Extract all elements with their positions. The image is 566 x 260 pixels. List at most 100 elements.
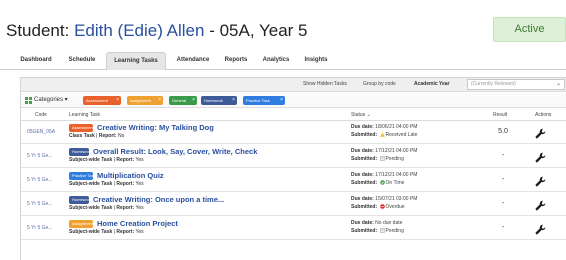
chip-label: Practice Task bbox=[246, 98, 270, 103]
task-title-link[interactable]: Overall Result: Look, Say, Cover, Write,… bbox=[93, 147, 257, 157]
tab-insights[interactable]: Insights bbox=[301, 52, 331, 70]
status-badge: Active bbox=[493, 17, 566, 42]
task-title-link[interactable]: Creative Writing: Once upon a time... bbox=[93, 195, 224, 205]
table-header: Code Learning Task Status ⌄ Result Actio… bbox=[21, 109, 566, 121]
close-icon[interactable]: × bbox=[280, 96, 283, 105]
chip-homework[interactable]: Homework × bbox=[201, 96, 237, 105]
task-meta: Class Task | Report: No bbox=[69, 133, 125, 139]
chip-assessment[interactable]: Assessment × bbox=[83, 96, 121, 105]
submission-status: Submitted: Received Late bbox=[351, 132, 417, 139]
task-meta: Subject-wide Task | Report: Yes bbox=[69, 157, 144, 163]
due-date: Due date: 17/12/21 04:00 PM bbox=[351, 172, 417, 179]
result-value: 5.0 bbox=[498, 128, 508, 135]
academic-year-select[interactable]: (Currently Relevant) ⌄ bbox=[467, 79, 565, 90]
academic-year-label: Academic Year bbox=[414, 81, 450, 87]
group-by-code-toggle[interactable]: Group by code bbox=[363, 80, 396, 89]
close-icon[interactable]: × bbox=[192, 96, 195, 105]
wrench-icon[interactable] bbox=[535, 126, 546, 139]
submitted-label: Submitted: bbox=[351, 156, 378, 162]
task-code[interactable]: 05GEN_05A bbox=[27, 129, 55, 135]
submitted-value: Pending bbox=[385, 156, 404, 162]
task-type: Subject-wide Task bbox=[69, 205, 113, 211]
tab-reports[interactable]: Reports bbox=[221, 52, 251, 70]
due-value: 17/12/21 04:00 PM bbox=[375, 148, 418, 154]
submission-status: Submitted: Pending bbox=[351, 228, 404, 235]
wrench-icon[interactable] bbox=[535, 174, 546, 187]
column-header-result[interactable]: Result bbox=[493, 111, 507, 119]
chip-label: General bbox=[172, 98, 187, 103]
close-icon[interactable]: × bbox=[116, 96, 119, 105]
due-value: No due date bbox=[375, 220, 403, 226]
tab-attendance[interactable]: Attendance bbox=[172, 52, 214, 70]
category-filter-bar: Categories ▾ Assessment × Assignment × Gen… bbox=[21, 93, 566, 108]
task-code[interactable]: 5 Yr 5 Ge... bbox=[27, 153, 52, 159]
task-type: Subject-wide Task bbox=[69, 181, 113, 187]
report-label: Report: bbox=[98, 133, 117, 139]
result-value: - bbox=[501, 200, 505, 207]
column-header-code[interactable]: Code bbox=[35, 111, 47, 119]
grid-icon bbox=[25, 97, 32, 104]
column-header-actions: Actions bbox=[535, 112, 552, 118]
wrench-icon[interactable] bbox=[535, 198, 546, 211]
tab-dashboard[interactable]: Dashboard bbox=[16, 52, 56, 70]
table-row[interactable]: 5 Yr 5 Ge... Practice Task Multiplication … bbox=[21, 169, 566, 192]
category-badge: Assessment bbox=[69, 124, 94, 132]
chip-practice-task[interactable]: Practice Task × bbox=[243, 96, 285, 105]
tab-bar: Dashboard Schedule Learning Tasks Attend… bbox=[0, 50, 566, 70]
submission-status: Submitted: Overdue bbox=[351, 204, 405, 211]
result-value: - bbox=[501, 176, 505, 183]
report-label: Report: bbox=[116, 229, 135, 235]
submitted-label: Submitted: bbox=[351, 204, 378, 210]
due-label: Due date: bbox=[351, 220, 374, 226]
task-code[interactable]: 5 Yr 5 Ge... bbox=[27, 201, 52, 207]
tab-schedule[interactable]: Schedule bbox=[64, 52, 100, 70]
due-label: Due date: bbox=[351, 196, 374, 202]
pending-icon bbox=[379, 156, 386, 162]
chip-general[interactable]: General × bbox=[169, 96, 197, 105]
title-suffix: - 05A, Year 5 bbox=[204, 21, 308, 40]
warning-icon bbox=[379, 132, 386, 138]
chip-assignment[interactable]: Assignment × bbox=[127, 96, 163, 105]
table-row[interactable]: 5 Yr 5 Ge... Homework Overall Result: Look… bbox=[21, 145, 566, 168]
chip-label: Homework bbox=[204, 98, 224, 103]
submission-status: Submitted: Pending bbox=[351, 156, 404, 163]
task-title-link[interactable]: Home Creation Project bbox=[97, 219, 178, 229]
wrench-icon[interactable] bbox=[535, 222, 546, 235]
task-type: Subject-wide Task bbox=[69, 229, 113, 235]
result-value: - bbox=[501, 224, 505, 231]
column-header-learning-task[interactable]: Learning Task bbox=[69, 111, 100, 119]
report-value: No bbox=[118, 133, 125, 139]
result-value: - bbox=[501, 152, 505, 159]
submitted-label: Submitted: bbox=[351, 180, 378, 186]
close-icon[interactable]: × bbox=[158, 96, 161, 105]
task-title-link[interactable]: Multiplication Quiz bbox=[97, 171, 164, 181]
task-code[interactable]: 5 Yr 5 Ge... bbox=[27, 225, 52, 231]
task-type: Class Task bbox=[69, 133, 95, 139]
table-row[interactable]: 5 Yr 5 Ge... Homework Creative Writing: On… bbox=[21, 193, 566, 216]
learning-tasks-panel: Show Hidden Tasks Group by code Academic… bbox=[20, 77, 566, 260]
column-header-status[interactable]: Status ⌄ bbox=[351, 111, 371, 119]
report-label: Report: bbox=[116, 181, 135, 187]
overdue-icon bbox=[379, 204, 386, 210]
show-hidden-tasks-link[interactable]: Show Hidden Tasks bbox=[303, 80, 347, 89]
due-date: Due date: 17/12/21 04:00 PM bbox=[351, 148, 417, 155]
due-value: 17/12/21 04:00 PM bbox=[375, 172, 418, 178]
due-label: Due date: bbox=[351, 124, 374, 130]
table-row[interactable]: 05GEN_05A Assessment Creative Writing: My … bbox=[21, 121, 566, 144]
submitted-label: Submitted: bbox=[351, 228, 378, 234]
task-code[interactable]: 5 Yr 5 Ge... bbox=[27, 177, 52, 183]
task-title-link[interactable]: Creative Writing: My Talking Dog bbox=[97, 123, 214, 133]
table-row[interactable]: 5 Yr 5 Ge... Assignment Home Creation Proj… bbox=[21, 217, 566, 240]
categories-dropdown[interactable]: Categories ▾ bbox=[34, 96, 68, 105]
report-value: Yes bbox=[135, 181, 144, 187]
due-value: 15/07/21 03:00 PM bbox=[375, 196, 418, 202]
close-icon[interactable]: × bbox=[232, 96, 235, 105]
due-label: Due date: bbox=[351, 148, 374, 154]
tab-learning-tasks[interactable]: Learning Tasks bbox=[106, 52, 166, 70]
category-badge: Assignment bbox=[69, 220, 93, 228]
report-value: Yes bbox=[135, 157, 144, 163]
tab-analytics[interactable]: Analytics bbox=[258, 52, 294, 70]
wrench-icon[interactable] bbox=[535, 150, 546, 163]
pending-icon bbox=[379, 228, 386, 234]
task-meta: Subject-wide Task | Report: Yes bbox=[69, 205, 144, 211]
